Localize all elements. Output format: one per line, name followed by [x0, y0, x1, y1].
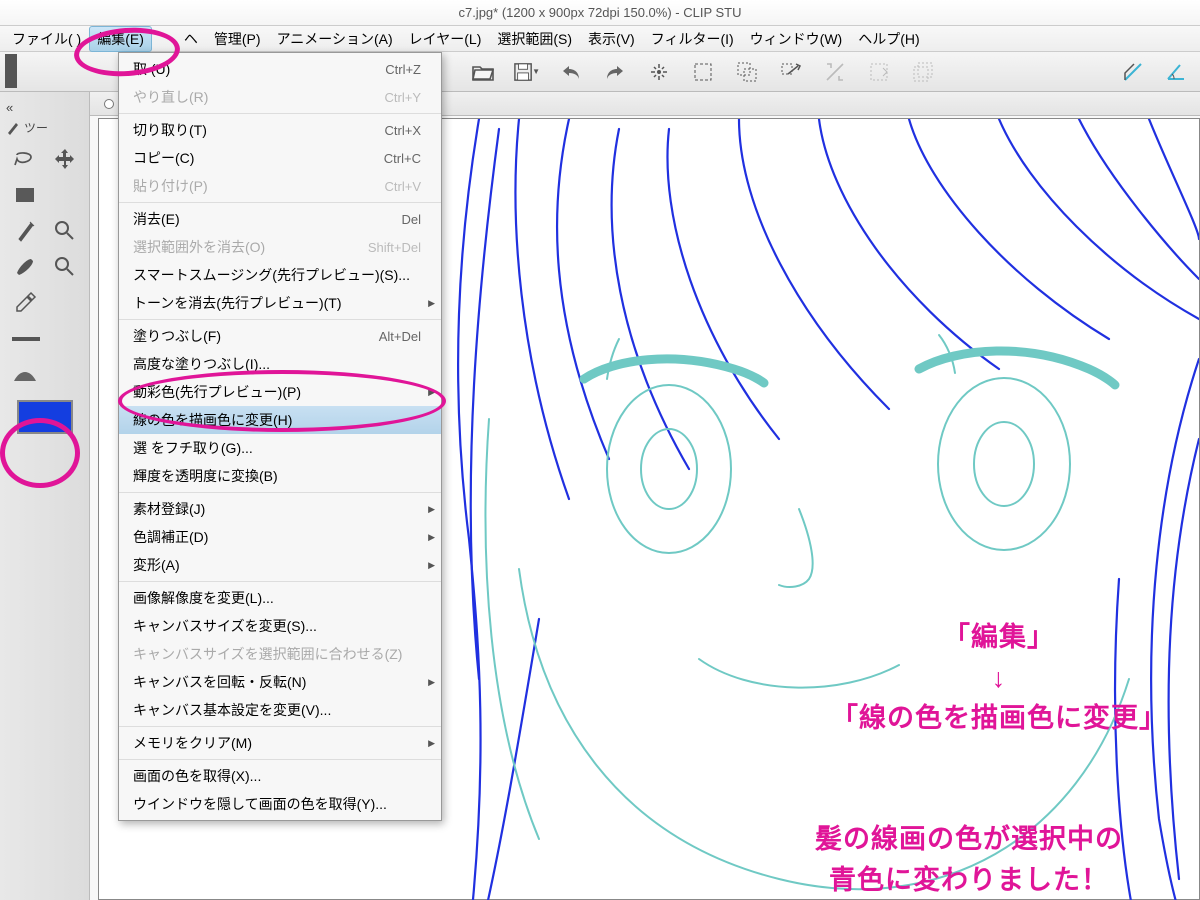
menu-item-get-screen-color[interactable]: 画面の色を取得(X)...: [119, 762, 441, 790]
menu-item-line-color-to-drawing-color[interactable]: 線の色を描画色に変更(H): [119, 406, 441, 434]
menu-item-canvas-size[interactable]: キャンバスサイズを変更(S)...: [119, 612, 441, 640]
show-selection-icon[interactable]: [778, 59, 804, 85]
tool-sidebar: « ツー: [0, 92, 90, 900]
edit-menu-dropdown: 取 (U)Ctrl+Z やり直し(R)Ctrl+Y 切り取り(T)Ctrl+X …: [118, 52, 442, 821]
menu-item-hide-get-color[interactable]: ウインドウを隠して画面の色を取得(Y)...: [119, 790, 441, 818]
menu-item-clear-memory[interactable]: メモリをクリア(M): [119, 729, 441, 757]
menu-item-transform[interactable]: 変形(A): [119, 551, 441, 579]
annotation-text-2: 髪の線画の色が選択中の 青色に変わりました！: [669, 819, 1200, 900]
redo-icon[interactable]: [602, 59, 628, 85]
menu-item-canvas-fit-selection: キャンバスサイズを選択範囲に合わせる(Z): [119, 640, 441, 668]
selection-launcher-icon[interactable]: [866, 59, 892, 85]
menu-edit[interactable]: 編集(E): [89, 26, 152, 52]
menu-item-tonal-correction[interactable]: 色調補正(D): [119, 523, 441, 551]
tool-move[interactable]: [50, 144, 80, 174]
tool-empty3: [50, 360, 80, 390]
menu-item-canvas-rotate[interactable]: キャンバスを回転・反転(N): [119, 668, 441, 696]
tool-lasso[interactable]: [10, 144, 40, 174]
menu-layer[interactable]: レイヤー(L): [401, 26, 490, 52]
menu-filter[interactable]: フィルター(I): [643, 26, 742, 52]
save-icon[interactable]: ▼: [514, 59, 540, 85]
sparkle-icon[interactable]: [646, 59, 672, 85]
menu-item-clear-outside: 選択範囲外を消去(O)Shift+Del: [119, 233, 441, 261]
foreground-color-swatch[interactable]: [17, 400, 73, 434]
menu-item-luminance-to-alpha[interactable]: 輝度を透明度に変換(B): [119, 462, 441, 490]
window-titlebar: c7.jpg* (1200 x 900px 72dpi 150.0%) - CL…: [0, 0, 1200, 26]
tool-brush[interactable]: [10, 252, 40, 282]
menu-item-copy[interactable]: コピー(C)Ctrl+C: [119, 144, 441, 172]
annotation-text-1: 「編集」 ↓ 「線の色を描画色に変更」: [799, 617, 1199, 739]
ruler-icon[interactable]: [1120, 59, 1146, 85]
tool-empty2: [50, 288, 80, 318]
menu-animation[interactable]: アニメーション(A): [269, 26, 401, 52]
menu-item-selection-border[interactable]: 選 をフチ取り(G)...: [119, 434, 441, 462]
tool-empty1: [50, 180, 80, 210]
pen-tab-icon: [6, 121, 20, 135]
open-icon[interactable]: [470, 59, 496, 85]
menu-item-register-material[interactable]: 素材登録(J): [119, 495, 441, 523]
sidebar-tab-label[interactable]: ツー: [0, 117, 89, 138]
ruler-origin-icon: [104, 99, 114, 109]
invert-selection-icon[interactable]: [734, 59, 760, 85]
tool-gradient[interactable]: [10, 360, 40, 390]
seleciton-float-icon[interactable]: [910, 59, 936, 85]
menu-window[interactable]: ウィンドウ(W): [742, 26, 851, 52]
menu-item-canvas-basic[interactable]: キャンバス基本設定を変更(V)...: [119, 696, 441, 724]
tool-zoom[interactable]: [50, 252, 80, 282]
menu-item-clear[interactable]: 消去(E)Del: [119, 205, 441, 233]
menu-item-paste: 貼り付け(P)Ctrl+V: [119, 172, 441, 200]
menu-file[interactable]: ファイル( ): [4, 26, 89, 52]
invert-icon[interactable]: [822, 59, 848, 85]
menu-item-change-resolution[interactable]: 画像解像度を変更(L)...: [119, 584, 441, 612]
window-title: c7.jpg* (1200 x 900px 72dpi 150.0%) - CL…: [458, 5, 741, 20]
menu-item-remove-tones[interactable]: トーンを消去(先行プレビュー)(T): [119, 289, 441, 317]
deselect-icon[interactable]: [690, 59, 716, 85]
snap-angle-icon[interactable]: [1164, 59, 1190, 85]
tool-wand[interactable]: [50, 216, 80, 246]
menu-view[interactable]: 表示(V): [580, 26, 643, 52]
sidebar-collapse[interactable]: «: [0, 98, 89, 117]
menu-manage[interactable]: 管理(P): [206, 26, 269, 52]
menu-item-smart-smooth[interactable]: スマートスムージング(先行プレビュー)(S)...: [119, 261, 441, 289]
menu-item-cut[interactable]: 切り取り(T)Ctrl+X: [119, 116, 441, 144]
menu-selection[interactable]: 選択範囲(S): [489, 26, 580, 52]
menu-help[interactable]: ヘルプ(H): [850, 26, 927, 52]
tool-pen[interactable]: [10, 216, 40, 246]
undo-icon[interactable]: [558, 59, 584, 85]
tool-rect[interactable]: [10, 180, 40, 210]
menu-item-undo[interactable]: 取 (U)Ctrl+Z: [119, 55, 441, 83]
menu-item-fill[interactable]: 塗りつぶし(F)Alt+Del: [119, 322, 441, 350]
menu-item-adv-fill[interactable]: 高度な塗りつぶし(I)...: [119, 350, 441, 378]
tool-line[interactable]: [10, 324, 40, 354]
menu-item-auto-color[interactable]: 動彩色(先行プレビュー)(P): [119, 378, 441, 406]
menu-item-redo: やり直し(R)Ctrl+Y: [119, 83, 441, 111]
sidebar-drag-handle[interactable]: [5, 54, 17, 88]
menu-spacer: ヘ: [176, 26, 206, 52]
menubar: ファイル( ) 編集(E) ヘ 管理(P) アニメーション(A) レイヤー(L)…: [0, 26, 1200, 52]
tool-eyedropper[interactable]: [10, 288, 40, 318]
